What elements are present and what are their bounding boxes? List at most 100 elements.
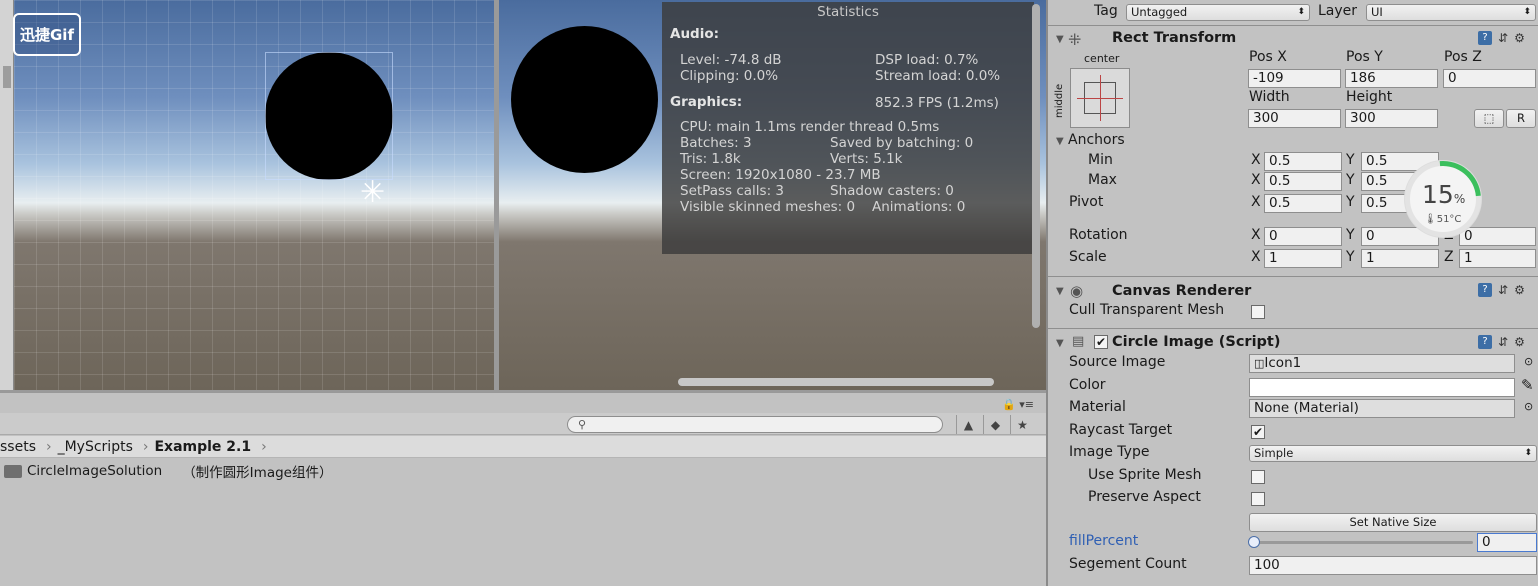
raycast-target-label: Raycast Target xyxy=(1069,422,1173,438)
help-icon[interactable]: ? xyxy=(1478,31,1492,45)
pivot-label: Pivot xyxy=(1069,194,1104,210)
sprite-icon: ◫ xyxy=(1254,357,1265,370)
scene-left-scrollbar[interactable] xyxy=(0,0,14,390)
logo-text: 迅捷Gif xyxy=(20,26,74,44)
cull-transparent-checkbox[interactable] xyxy=(1251,305,1265,319)
tag-value: Untagged xyxy=(1131,5,1188,19)
cpu-usage-gauge[interactable]: 15% 🌡51°C xyxy=(1389,145,1497,253)
raw-edit-button[interactable]: R xyxy=(1506,109,1536,128)
favorites-star-icon[interactable]: ★ xyxy=(1010,415,1034,434)
lock-icon[interactable]: 🔒 ▾≡ xyxy=(1002,398,1034,411)
graphics-header: Graphics: xyxy=(670,94,743,110)
scale-x-field[interactable]: 1 xyxy=(1264,249,1342,268)
source-image-label: Source Image xyxy=(1069,354,1166,370)
game-vertical-scrollbar[interactable] xyxy=(1032,4,1040,328)
image-type-label: Image Type xyxy=(1069,444,1150,460)
gauge-percent: 15% xyxy=(1422,180,1465,209)
file-name: CircleImageSolution xyxy=(27,463,163,479)
canvas-renderer-title: Canvas Renderer xyxy=(1112,283,1252,299)
fill-percent-slider-knob[interactable] xyxy=(1248,536,1260,548)
x-label: X xyxy=(1251,194,1261,210)
anchor-h-label: center xyxy=(1084,52,1120,65)
scene-view[interactable]: 迅捷Gif ✳ xyxy=(0,0,496,392)
batches: Batches: 3 xyxy=(680,135,752,151)
x-label: X xyxy=(1251,249,1261,265)
eyedropper-icon[interactable]: ✎ xyxy=(1521,376,1534,394)
rotation-z-field[interactable]: 0 xyxy=(1459,227,1536,246)
tag-dropdown[interactable]: Untagged ⬍ xyxy=(1126,4,1310,21)
gear-icon[interactable]: ⚙ xyxy=(1514,31,1525,45)
set-native-size-button[interactable]: Set Native Size xyxy=(1249,513,1537,532)
object-picker-icon[interactable]: ⊙ xyxy=(1524,355,1533,368)
pos-z-label: Pos Z xyxy=(1444,49,1482,65)
clipping: Clipping: 0.0% xyxy=(680,68,779,84)
source-image-field[interactable]: ◫Icon1 xyxy=(1249,354,1515,373)
scrollbar-thumb[interactable] xyxy=(3,66,11,88)
foldout-arrow-icon[interactable]: ▼ xyxy=(1056,136,1064,147)
color-label: Color xyxy=(1069,377,1106,393)
max-label: Max xyxy=(1088,172,1117,188)
gauge-temp-value: 51°C xyxy=(1436,214,1462,225)
foldout-arrow-icon[interactable]: ▼ xyxy=(1056,338,1064,349)
game-horizontal-scrollbar[interactable] xyxy=(678,378,994,386)
filter-by-type-icon[interactable]: ▲ xyxy=(956,415,980,434)
use-sprite-mesh-checkbox[interactable] xyxy=(1251,470,1265,484)
segment-count-field[interactable]: 100 xyxy=(1249,556,1537,575)
image-type-dropdown[interactable]: Simple ⬍ xyxy=(1249,445,1537,462)
help-icon[interactable]: ? xyxy=(1478,283,1492,297)
fill-percent-slider-track[interactable] xyxy=(1253,541,1473,544)
preset-icon[interactable]: ⇵ xyxy=(1498,335,1508,349)
help-icon[interactable]: ? xyxy=(1478,335,1492,349)
material-field[interactable]: None (Material) xyxy=(1249,399,1515,418)
list-item[interactable]: CircleImageSolution （制作圆形Image组件） xyxy=(4,461,332,481)
fill-percent-field[interactable]: 0 xyxy=(1477,533,1537,552)
foldout-arrow-icon[interactable]: ▼ xyxy=(1056,286,1064,297)
raycast-target-checkbox[interactable]: ✔ xyxy=(1251,425,1265,439)
scale-y-field[interactable]: 1 xyxy=(1361,249,1439,268)
breadcrumb-separator: › xyxy=(261,439,267,455)
gauge-temperature: 🌡51°C xyxy=(1424,214,1461,225)
y-label: Y xyxy=(1346,172,1355,188)
thermometer-icon: 🌡 xyxy=(1424,214,1437,225)
width-label: Width xyxy=(1249,89,1290,105)
filter-by-label-icon[interactable]: ◆ xyxy=(983,415,1007,434)
breadcrumb-current[interactable]: Example 2.1 xyxy=(154,439,251,455)
project-search-input[interactable]: ⚲ xyxy=(567,416,943,433)
breadcrumb-item[interactable]: _MyScripts xyxy=(58,439,133,455)
game-view[interactable]: Statistics Audio: Level: -74.8 dB DSP lo… xyxy=(496,0,1046,392)
blueprint-mode-button[interactable]: ⬚ xyxy=(1474,109,1504,128)
dropdown-arrow-icon: ⬍ xyxy=(1297,7,1305,17)
height-label: Height xyxy=(1346,89,1393,105)
gear-icon[interactable]: ⚙ xyxy=(1514,283,1525,297)
gear-icon[interactable]: ⚙ xyxy=(1514,335,1525,349)
scale-z-field[interactable]: 1 xyxy=(1459,249,1536,268)
gauge-percent-value: 15 xyxy=(1422,180,1454,209)
layer-dropdown[interactable]: UI ⬍ xyxy=(1366,4,1536,21)
image-type-value: Simple xyxy=(1254,446,1294,460)
preset-icon[interactable]: ⇵ xyxy=(1498,31,1508,45)
pos-z-field[interactable]: 0 xyxy=(1443,69,1536,88)
object-picker-icon[interactable]: ⊙ xyxy=(1524,400,1533,413)
breadcrumb-item[interactable]: ssets xyxy=(0,439,36,455)
statistics-overlay: Statistics Audio: Level: -74.8 dB DSP lo… xyxy=(662,2,1034,254)
preserve-aspect-checkbox[interactable] xyxy=(1251,492,1265,506)
pivot-x-field[interactable]: 0.5 xyxy=(1264,194,1342,213)
z-label: Z xyxy=(1444,249,1454,265)
anchor-min-x-field[interactable]: 0.5 xyxy=(1264,152,1342,171)
anchor-icon[interactable]: ✳ xyxy=(360,178,385,208)
anchor-max-x-field[interactable]: 0.5 xyxy=(1264,172,1342,191)
pos-y-field[interactable]: 186 xyxy=(1345,69,1438,88)
pos-x-field[interactable]: -109 xyxy=(1248,69,1341,88)
y-label: Y xyxy=(1346,194,1355,210)
material-label: Material xyxy=(1069,399,1126,415)
anchor-preset-button[interactable] xyxy=(1070,68,1130,128)
width-field[interactable]: 300 xyxy=(1248,109,1341,128)
rotation-x-field[interactable]: 0 xyxy=(1264,227,1342,246)
height-field[interactable]: 300 xyxy=(1345,109,1438,128)
source-image-value: Icon1 xyxy=(1264,355,1302,371)
component-enabled-checkbox[interactable]: ✔ xyxy=(1094,335,1108,349)
preset-icon[interactable]: ⇵ xyxy=(1498,283,1508,297)
rotation-label: Rotation xyxy=(1069,227,1128,243)
color-swatch[interactable] xyxy=(1249,378,1515,397)
foldout-arrow-icon[interactable]: ▼ xyxy=(1056,34,1064,45)
